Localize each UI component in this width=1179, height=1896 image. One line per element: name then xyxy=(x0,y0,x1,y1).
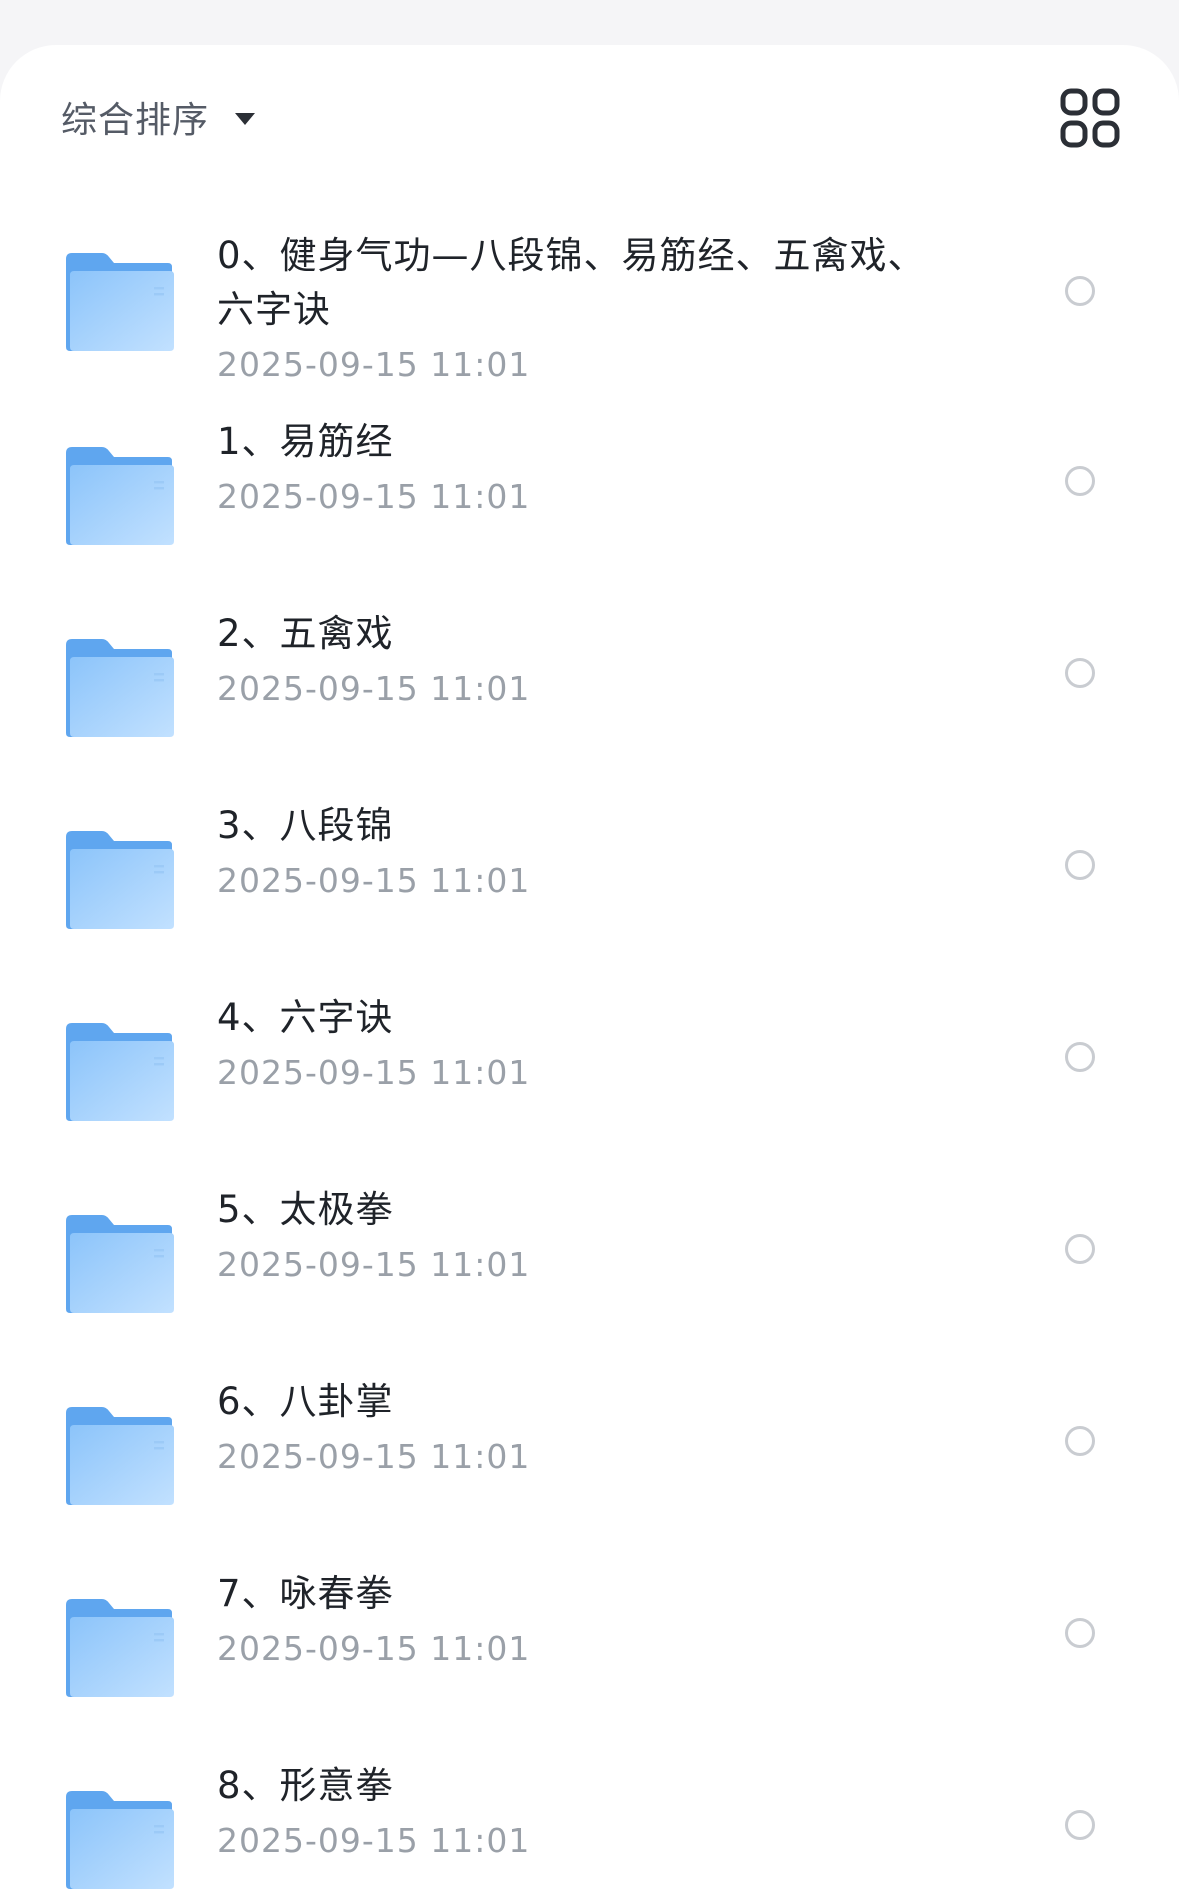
folder-modified-date: 2025-09-15 11:01 xyxy=(217,1821,531,1860)
folder-row[interactable]: 2、五禽戏 2025-09-15 11:01 xyxy=(0,587,1179,779)
folder-icon xyxy=(64,1405,176,1507)
folder-name: 3、八段锦 xyxy=(217,804,394,847)
folder-row[interactable]: 1、易筋经 2025-09-15 11:01 xyxy=(0,395,1179,587)
folder-text-block: 1、易筋经 2025-09-15 11:01 xyxy=(217,415,977,521)
folder-modified-date: 2025-09-15 11:01 xyxy=(217,1053,531,1092)
folder-modified-date: 2025-09-15 11:01 xyxy=(217,861,531,900)
folder-text-block: 7、咏春拳 2025-09-15 11:01 xyxy=(217,1567,977,1673)
folder-name: 5、太极拳 xyxy=(217,1188,394,1231)
folder-name: 4、六字诀 xyxy=(217,996,394,1039)
folder-name: 6、八卦掌 xyxy=(217,1380,394,1423)
folder-name: 1、易筋经 xyxy=(217,420,394,463)
folder-icon xyxy=(64,445,176,547)
folder-icon xyxy=(64,1021,176,1123)
folder-name: 0、健身气功—八段锦、易筋经、五禽戏、六字诀 xyxy=(217,234,926,331)
folder-text-block: 4、六字诀 2025-09-15 11:01 xyxy=(217,991,977,1097)
folder-modified-date: 2025-09-15 11:01 xyxy=(217,1437,531,1476)
select-radio[interactable] xyxy=(1065,1042,1095,1072)
folder-icon xyxy=(64,1789,176,1891)
caret-down-icon xyxy=(235,113,256,125)
list-toolbar: 综合排序 xyxy=(0,45,1179,195)
folder-modified-date: 2025-09-15 11:01 xyxy=(217,477,531,516)
folder-row[interactable]: 4、六字诀 2025-09-15 11:01 xyxy=(0,971,1179,1163)
select-radio[interactable] xyxy=(1065,850,1095,880)
folder-row[interactable]: 5、太极拳 2025-09-15 11:01 xyxy=(0,1163,1179,1355)
folder-icon xyxy=(64,829,176,931)
folder-text-block: 6、八卦掌 2025-09-15 11:01 xyxy=(217,1375,977,1481)
folder-row[interactable]: 6、八卦掌 2025-09-15 11:01 xyxy=(0,1355,1179,1547)
folder-row[interactable]: 7、咏春拳 2025-09-15 11:01 xyxy=(0,1547,1179,1739)
folder-text-block: 2、五禽戏 2025-09-15 11:01 xyxy=(217,607,977,713)
folder-row[interactable]: 8、形意拳 2025-09-15 11:01 xyxy=(0,1739,1179,1896)
select-radio[interactable] xyxy=(1065,1618,1095,1648)
file-list-sheet: 综合排序 0、健身气功—八段锦、易筋经、五禽戏、六字诀 2025-09-15 11… xyxy=(0,45,1179,1896)
folder-modified-date: 2025-09-15 11:01 xyxy=(217,1629,531,1668)
folder-modified-date: 2025-09-15 11:01 xyxy=(217,669,531,708)
select-radio[interactable] xyxy=(1065,1426,1095,1456)
folder-icon xyxy=(64,1213,176,1315)
select-radio[interactable] xyxy=(1065,466,1095,496)
grid-view-toggle-button[interactable] xyxy=(1059,87,1121,149)
select-radio[interactable] xyxy=(1065,1810,1095,1840)
folder-row[interactable]: 3、八段锦 2025-09-15 11:01 xyxy=(0,779,1179,971)
sort-dropdown[interactable]: 综合排序 xyxy=(61,87,256,147)
folder-name: 7、咏春拳 xyxy=(217,1572,394,1615)
folder-icon xyxy=(64,1597,176,1699)
select-radio[interactable] xyxy=(1065,658,1095,688)
folder-text-block: 0、健身气功—八段锦、易筋经、五禽戏、六字诀 2025-09-15 11:01 xyxy=(217,229,977,389)
folder-name: 8、形意拳 xyxy=(217,1764,394,1807)
folder-row[interactable]: 0、健身气功—八段锦、易筋经、五禽戏、六字诀 2025-09-15 11:01 xyxy=(0,195,1179,387)
folder-text-block: 8、形意拳 2025-09-15 11:01 xyxy=(217,1759,977,1865)
folder-text-block: 5、太极拳 2025-09-15 11:01 xyxy=(217,1183,977,1289)
folder-name: 2、五禽戏 xyxy=(217,612,394,655)
folder-icon xyxy=(64,637,176,739)
folder-text-block: 3、八段锦 2025-09-15 11:01 xyxy=(217,799,977,905)
sort-label: 综合排序 xyxy=(61,100,210,141)
folder-modified-date: 2025-09-15 11:01 xyxy=(217,345,531,384)
select-radio[interactable] xyxy=(1065,276,1095,306)
folder-modified-date: 2025-09-15 11:01 xyxy=(217,1245,531,1284)
folder-icon xyxy=(64,251,176,353)
select-radio[interactable] xyxy=(1065,1234,1095,1264)
grid-view-icon xyxy=(1060,88,1120,148)
